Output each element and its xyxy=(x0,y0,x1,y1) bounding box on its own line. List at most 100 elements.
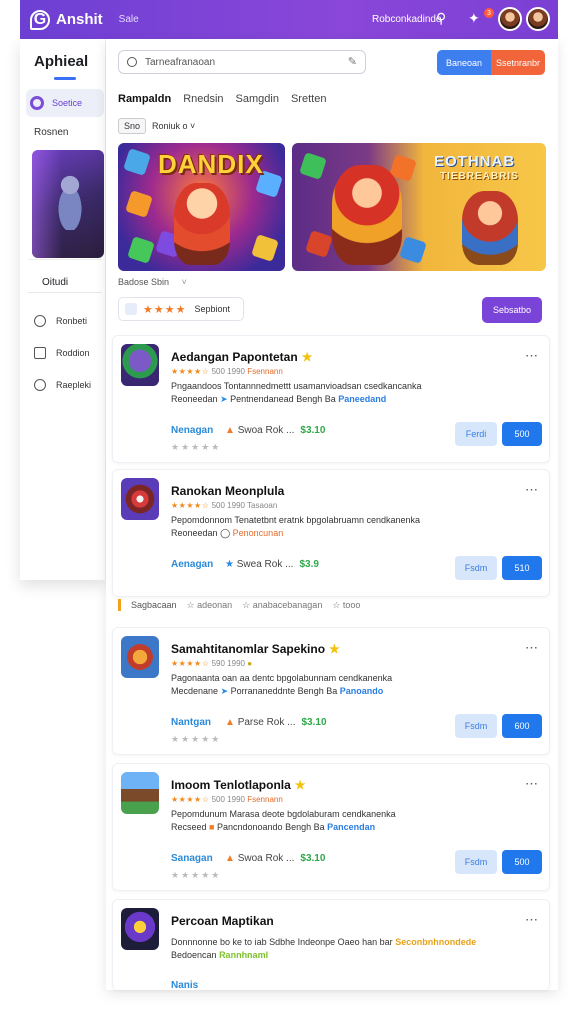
chevron-down-icon[interactable]: ˅ xyxy=(182,277,187,287)
search-bar[interactable]: Tarneafranaoan ✎ xyxy=(118,50,366,74)
primary-action-button[interactable]: Baneoan xyxy=(437,50,491,75)
desc-highlight[interactable]: Paneedand xyxy=(338,394,386,404)
desc-line: Pagonaanta oan aa dentc bpgolabunnam cen… xyxy=(171,673,393,683)
more-options-icon[interactable]: ⋯ xyxy=(525,348,539,364)
game-link[interactable]: Nantgan xyxy=(171,717,211,728)
game-card-2[interactable]: Ranokan Meonplula ★★★★☆ 500 1990 Tasaoan… xyxy=(112,469,550,597)
banner-1-title: DANDIX xyxy=(158,149,264,179)
section-item[interactable]: ☆ tooo xyxy=(332,600,360,611)
desc-highlight[interactable]: Pancendan xyxy=(327,822,375,832)
secondary-button[interactable]: Fsdm xyxy=(455,850,497,874)
tag-icon: ■ xyxy=(209,822,215,832)
game-thumbnail[interactable] xyxy=(121,908,159,950)
gold-star-icon: ★ xyxy=(294,778,306,792)
rating-label: Sepbiont xyxy=(194,304,230,314)
filter-chip[interactable]: Sno xyxy=(118,118,147,134)
rating-filter[interactable]: ★★★★ Sepbiont xyxy=(118,297,244,321)
game-link[interactable]: Nenagan xyxy=(171,425,213,436)
desc-highlight[interactable]: Seconbnhnondede xyxy=(395,937,476,947)
hero-character-3 xyxy=(462,191,518,265)
featured-banner-1[interactable]: DANDIX xyxy=(118,143,285,271)
secondary-avatar[interactable] xyxy=(526,7,550,31)
more-options-icon[interactable]: ⋯ xyxy=(525,640,539,656)
warrior-figure xyxy=(50,170,90,230)
sidebar-item-3[interactable]: Raepleki xyxy=(34,379,91,391)
game-card-4[interactable]: Imoom Tenlotlaponla ★ ★★★★☆ 500 1990 Fsen… xyxy=(112,763,550,891)
sidebar-item-active[interactable]: Soetice xyxy=(26,89,104,117)
desc-line: Reoneedan xyxy=(171,394,218,404)
game-description: Pepomdunum Marasa deote bgdolaburam cend… xyxy=(171,808,431,834)
desc-highlight[interactable]: Rannhnaml xyxy=(219,950,268,960)
get-button[interactable]: 500 xyxy=(502,422,542,446)
game-description: Pngaandoos Tontannnedmettt usamanvioadsa… xyxy=(171,380,431,406)
secondary-button[interactable]: Fsdm xyxy=(455,714,497,738)
tab-4[interactable]: Sretten xyxy=(291,93,326,105)
user-avatar[interactable] xyxy=(498,7,522,31)
tag-icon: ➤ xyxy=(220,686,229,696)
secondary-button[interactable]: Fsdm xyxy=(455,556,497,580)
clock-icon xyxy=(34,379,46,391)
cube-decor xyxy=(399,236,427,264)
banner-meta: Badose Sbin ˅ xyxy=(118,277,187,287)
cube-decor xyxy=(305,230,333,258)
pencil-icon[interactable]: ✎ xyxy=(348,55,357,68)
purple-action-button[interactable]: Sebsatbo xyxy=(482,297,542,323)
sidebar-section-title: Rosnen xyxy=(34,127,69,138)
gold-star-icon: ★ xyxy=(329,642,340,656)
featured-banner-2[interactable]: EOTHNAB TIEBREABRIS xyxy=(292,143,546,271)
game-thumbnail[interactable] xyxy=(121,344,159,386)
tab-1[interactable]: Rampaldn xyxy=(118,93,171,105)
game-link[interactable]: Sanagan xyxy=(171,853,213,864)
game-thumbnail[interactable] xyxy=(121,478,159,520)
section-item-label: adeonan xyxy=(197,599,233,610)
grey-rating-stars: ★★★★★ xyxy=(171,734,222,744)
sidebar-item-1[interactable]: Ronbeti xyxy=(34,315,87,327)
app-subtitle[interactable]: Sale xyxy=(119,14,139,25)
secondary-button[interactable]: Ferdi xyxy=(455,422,497,446)
game-thumbnail[interactable] xyxy=(121,772,159,814)
section-item[interactable]: ☆ adeonan xyxy=(187,600,233,611)
game-title-text: Aedangan Papontetan xyxy=(171,350,298,364)
meta-text: Swoa Rok ... xyxy=(237,425,295,436)
more-options-icon[interactable]: ⋯ xyxy=(525,482,539,498)
star-icon: ★ xyxy=(225,559,234,570)
desc-highlight[interactable]: Panoando xyxy=(340,686,384,696)
sidebar-divider xyxy=(28,259,102,260)
hero-character xyxy=(174,183,230,265)
featured-game-art[interactable] xyxy=(32,150,104,258)
game-meta: ★ Swea Rok ... $3.9 xyxy=(225,559,319,570)
top-app-bar: G Anshit Sale Robconkadinde ⚲ ✦ 3 xyxy=(20,0,558,39)
more-options-icon[interactable]: ⋯ xyxy=(525,912,539,928)
get-button[interactable]: 500 xyxy=(502,850,542,874)
tab-2[interactable]: Rnedsin xyxy=(183,93,223,105)
game-link[interactable]: Aenagan xyxy=(171,559,213,570)
cube-decor xyxy=(251,234,279,262)
section-item[interactable]: ☆ anabacebanagan xyxy=(242,600,322,611)
game-meta: ▲ Parse Rok ... $3.10 xyxy=(225,717,327,728)
desc-highlight[interactable]: Penoncunan xyxy=(233,528,284,538)
game-thumbnail[interactable] xyxy=(121,636,159,678)
get-button[interactable]: 510 xyxy=(502,556,542,580)
rating-stars: ★★★★☆ xyxy=(171,501,210,510)
price: $3.10 xyxy=(300,853,326,864)
game-link[interactable]: Nanis xyxy=(171,980,198,991)
banner-meta-text: Badose Sbin xyxy=(118,277,170,287)
sidebar-card-label[interactable]: Oitudi xyxy=(28,267,102,293)
search-placeholder: Tarneafranaoan xyxy=(145,56,216,68)
game-card-3[interactable]: Samahtitanomlar Sapekino ★ ★★★★☆ 590 1990… xyxy=(112,627,550,755)
more-options-icon[interactable]: ⋯ xyxy=(525,776,539,792)
get-button[interactable]: 600 xyxy=(502,714,542,738)
tab-3[interactable]: Samgdin xyxy=(236,93,279,105)
game-card-1[interactable]: Aedangan Papontetan ★ ★★★★☆ 500 1990 Fsen… xyxy=(112,335,550,463)
desc-line: Pngaandoos Tontannnedmettt usamanvioadsa… xyxy=(171,381,422,391)
section-title: Sagbacaan xyxy=(131,600,177,610)
topbar-account-link[interactable]: Robconkadinde xyxy=(372,14,442,25)
desc-line: Pepomdunum Marasa deote bgdolaburam cend… xyxy=(171,809,396,819)
secondary-action-button[interactable]: Ssetnranbr xyxy=(491,50,545,75)
sidebar-item-2[interactable]: Roddion xyxy=(34,347,90,359)
search-icon[interactable]: ⚲ xyxy=(436,10,446,27)
cart-icon[interactable]: ✦ xyxy=(468,10,480,27)
app-logo-icon[interactable]: G xyxy=(30,9,50,30)
game-card-5[interactable]: Percoan Maptikan Donnnonne bo ke to iab … xyxy=(112,899,550,991)
sort-dropdown[interactable]: Roniuk ο ˅ xyxy=(152,121,195,131)
